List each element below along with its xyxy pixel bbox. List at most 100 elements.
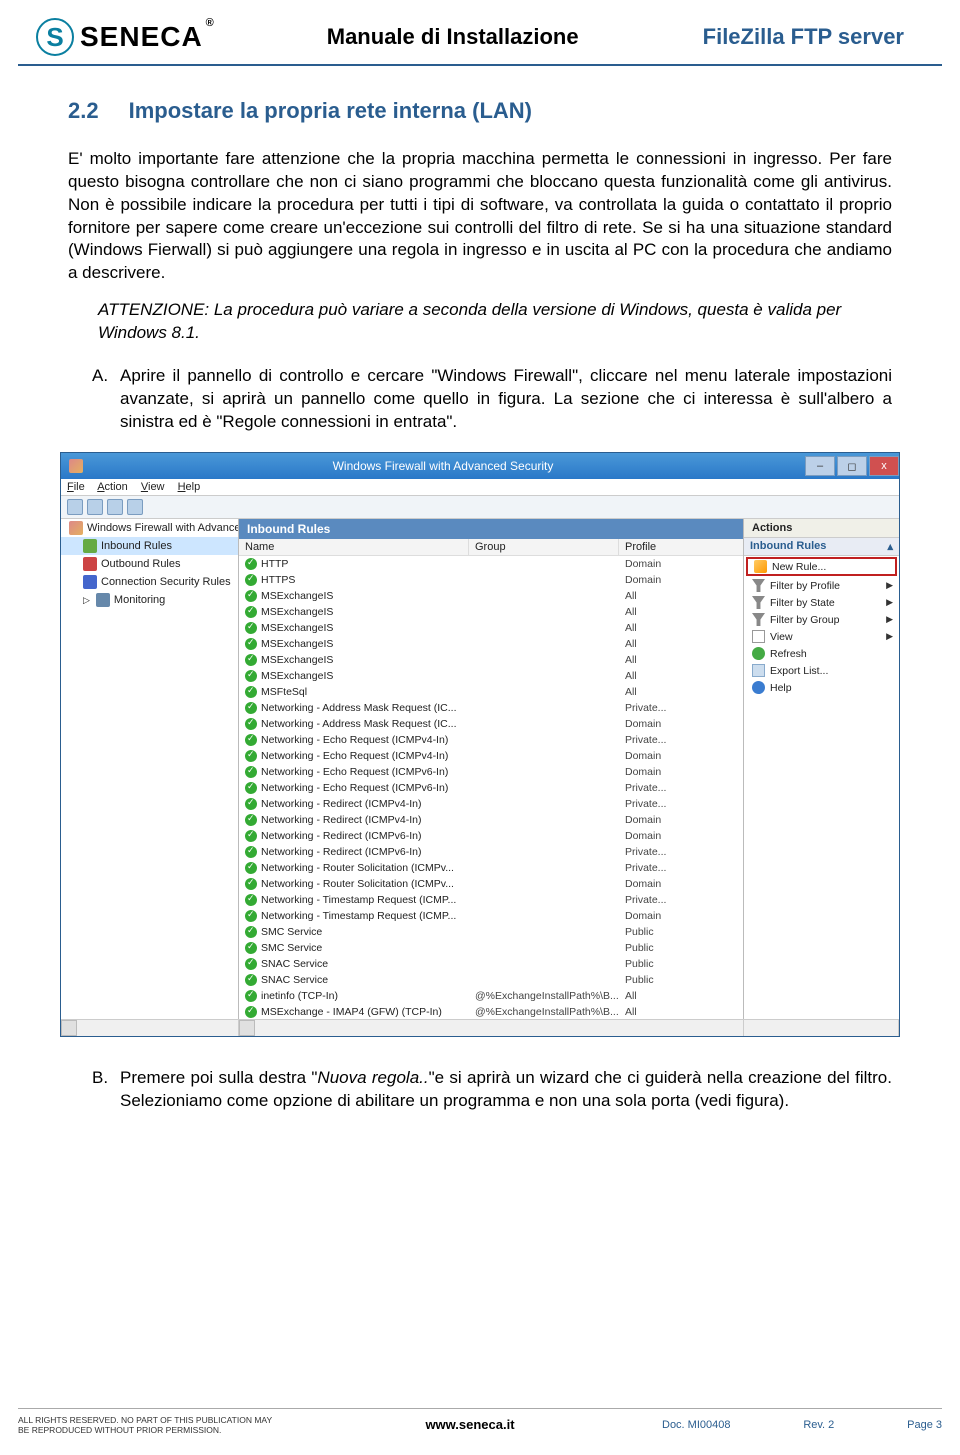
rule-row[interactable]: Networking - Echo Request (ICMPv6-In)Pri… bbox=[239, 780, 743, 796]
check-icon bbox=[245, 1006, 257, 1018]
section-title-text: Impostare la propria rete interna (LAN) bbox=[129, 98, 532, 123]
rule-row[interactable]: MSExchangeISAll bbox=[239, 668, 743, 684]
rule-row[interactable]: MSFteSqlAll bbox=[239, 684, 743, 700]
header-subtitle: FileZilla FTP server bbox=[703, 24, 904, 50]
check-icon bbox=[245, 654, 257, 666]
rule-row[interactable]: MSExchange - IMAP4 (GFW) (TCP-In)@%Excha… bbox=[239, 1004, 743, 1019]
check-icon bbox=[245, 638, 257, 650]
col-profile[interactable]: Profile bbox=[619, 539, 679, 555]
new-rule-icon bbox=[754, 560, 767, 573]
rule-row[interactable]: MSExchangeISAll bbox=[239, 604, 743, 620]
expand-icon[interactable]: ▷ bbox=[83, 595, 90, 606]
rule-row[interactable]: Networking - Redirect (ICMPv4-In)Domain bbox=[239, 812, 743, 828]
rule-row[interactable]: Networking - Address Mask Request (IC...… bbox=[239, 716, 743, 732]
rule-row[interactable]: Networking - Echo Request (ICMPv4-In)Pri… bbox=[239, 732, 743, 748]
col-group[interactable]: Group bbox=[469, 539, 619, 555]
help-icon bbox=[752, 681, 765, 694]
check-icon bbox=[245, 862, 257, 874]
menu-action[interactable]: Action bbox=[97, 481, 128, 493]
toolbar-help-icon[interactable] bbox=[127, 499, 143, 515]
tree-inbound-rules[interactable]: Inbound Rules bbox=[61, 537, 238, 555]
rule-row[interactable]: MSExchangeISAll bbox=[239, 620, 743, 636]
tree-outbound-rules[interactable]: Outbound Rules bbox=[61, 555, 238, 573]
action-view[interactable]: View▶ bbox=[744, 628, 899, 645]
document-content: 2.2Impostare la propria rete interna (LA… bbox=[0, 66, 960, 434]
rule-row[interactable]: Networking - Echo Request (ICMPv4-In)Dom… bbox=[239, 748, 743, 764]
rule-row[interactable]: Networking - Timestamp Request (ICMP...P… bbox=[239, 892, 743, 908]
window-toolbar bbox=[61, 496, 899, 519]
toolbar-back-icon[interactable] bbox=[67, 499, 83, 515]
rule-row[interactable]: HTTPDomain bbox=[239, 556, 743, 572]
check-icon bbox=[245, 782, 257, 794]
rule-row[interactable]: Networking - Redirect (ICMPv6-In)Private… bbox=[239, 844, 743, 860]
rule-row[interactable]: Networking - Router Solicitation (ICMPv.… bbox=[239, 876, 743, 892]
action-export[interactable]: Export List... bbox=[744, 662, 899, 679]
rule-row[interactable]: Networking - Timestamp Request (ICMP...D… bbox=[239, 908, 743, 924]
rule-row[interactable]: SMC ServicePublic bbox=[239, 924, 743, 940]
firewall-window: Windows Firewall with Advanced Security … bbox=[60, 452, 900, 1037]
check-icon bbox=[245, 750, 257, 762]
rule-row[interactable]: MSExchangeISAll bbox=[239, 636, 743, 652]
rule-row[interactable]: SMC ServicePublic bbox=[239, 940, 743, 956]
submenu-arrow-icon: ▶ bbox=[886, 580, 893, 591]
action-filter-group[interactable]: Filter by Group▶ bbox=[744, 611, 899, 628]
rule-row[interactable]: Networking - Router Solicitation (ICMPv.… bbox=[239, 860, 743, 876]
list-letter-a: A. bbox=[92, 365, 120, 388]
tree-root[interactable]: Windows Firewall with Advance bbox=[61, 519, 238, 537]
document-content-2: B.Premere poi sulla destra "Nuova regola… bbox=[0, 1037, 960, 1113]
scroll-left-icon[interactable] bbox=[61, 1020, 77, 1036]
action-refresh[interactable]: Refresh bbox=[744, 645, 899, 662]
check-icon bbox=[245, 974, 257, 986]
window-title: Windows Firewall with Advanced Security bbox=[83, 459, 803, 473]
maximize-button[interactable]: ◻ bbox=[837, 456, 867, 476]
menu-help[interactable]: Help bbox=[178, 481, 201, 493]
tree-pane: Windows Firewall with Advance Inbound Ru… bbox=[61, 519, 239, 1019]
toolbar-forward-icon[interactable] bbox=[87, 499, 103, 515]
toolbar-refresh-icon[interactable] bbox=[107, 499, 123, 515]
close-button[interactable]: x bbox=[869, 456, 899, 476]
window-titlebar[interactable]: Windows Firewall with Advanced Security … bbox=[61, 453, 899, 479]
rule-row[interactable]: Networking - Redirect (ICMPv4-In)Private… bbox=[239, 796, 743, 812]
rule-row[interactable]: Networking - Echo Request (ICMPv6-In)Dom… bbox=[239, 764, 743, 780]
rule-row[interactable]: Networking - Redirect (ICMPv6-In)Domain bbox=[239, 828, 743, 844]
list-item-a: A.Aprire il pannello di controllo e cerc… bbox=[120, 365, 892, 434]
rule-row[interactable]: SNAC ServicePublic bbox=[239, 972, 743, 988]
filter-icon bbox=[752, 613, 765, 626]
monitoring-icon bbox=[96, 593, 110, 607]
action-help[interactable]: Help bbox=[744, 679, 899, 696]
rule-row[interactable]: SNAC ServicePublic bbox=[239, 956, 743, 972]
menu-file[interactable]: File bbox=[67, 481, 85, 493]
actions-header: Actions bbox=[744, 519, 899, 538]
tree-security-rules[interactable]: Connection Security Rules bbox=[61, 573, 238, 591]
minimize-button[interactable]: – bbox=[805, 456, 835, 476]
check-icon bbox=[245, 910, 257, 922]
action-new-rule[interactable]: New Rule... bbox=[746, 557, 897, 576]
refresh-icon bbox=[752, 647, 765, 660]
paragraph-attention: ATTENZIONE: La procedura può variare a s… bbox=[98, 299, 892, 345]
action-filter-profile[interactable]: Filter by Profile▶ bbox=[744, 577, 899, 594]
footer-url: www.seneca.it bbox=[278, 1417, 662, 1432]
col-name[interactable]: Name bbox=[239, 539, 469, 555]
rule-row[interactable]: Networking - Address Mask Request (IC...… bbox=[239, 700, 743, 716]
scroll-left-icon[interactable] bbox=[239, 1020, 255, 1036]
titlebar-icon bbox=[69, 459, 83, 473]
rule-row[interactable]: inetinfo (TCP-In)@%ExchangeInstallPath%\… bbox=[239, 988, 743, 1004]
rule-row[interactable]: HTTPSDomain bbox=[239, 572, 743, 588]
submenu-arrow-icon: ▶ bbox=[886, 597, 893, 608]
logo-icon: S bbox=[36, 18, 74, 56]
actions-scrollbar bbox=[744, 1020, 899, 1036]
action-filter-state[interactable]: Filter by State▶ bbox=[744, 594, 899, 611]
check-icon bbox=[245, 990, 257, 1002]
footer-meta: Doc. MI00408 Rev. 2 Page 3 bbox=[662, 1419, 942, 1431]
brand-text: SENECA® bbox=[80, 21, 203, 53]
rule-row[interactable]: MSExchangeISAll bbox=[239, 652, 743, 668]
rule-row[interactable]: MSExchangeISAll bbox=[239, 588, 743, 604]
security-icon bbox=[83, 575, 97, 589]
rules-list[interactable]: HTTPDomainHTTPSDomainMSExchangeISAllMSEx… bbox=[239, 556, 743, 1019]
tree-monitoring[interactable]: ▷Monitoring bbox=[61, 591, 238, 609]
tree-scrollbar[interactable] bbox=[61, 1020, 239, 1036]
check-icon bbox=[245, 894, 257, 906]
menu-view[interactable]: View bbox=[141, 481, 165, 493]
collapse-icon[interactable]: ▴ bbox=[887, 540, 893, 553]
rules-scrollbar[interactable] bbox=[239, 1020, 744, 1036]
